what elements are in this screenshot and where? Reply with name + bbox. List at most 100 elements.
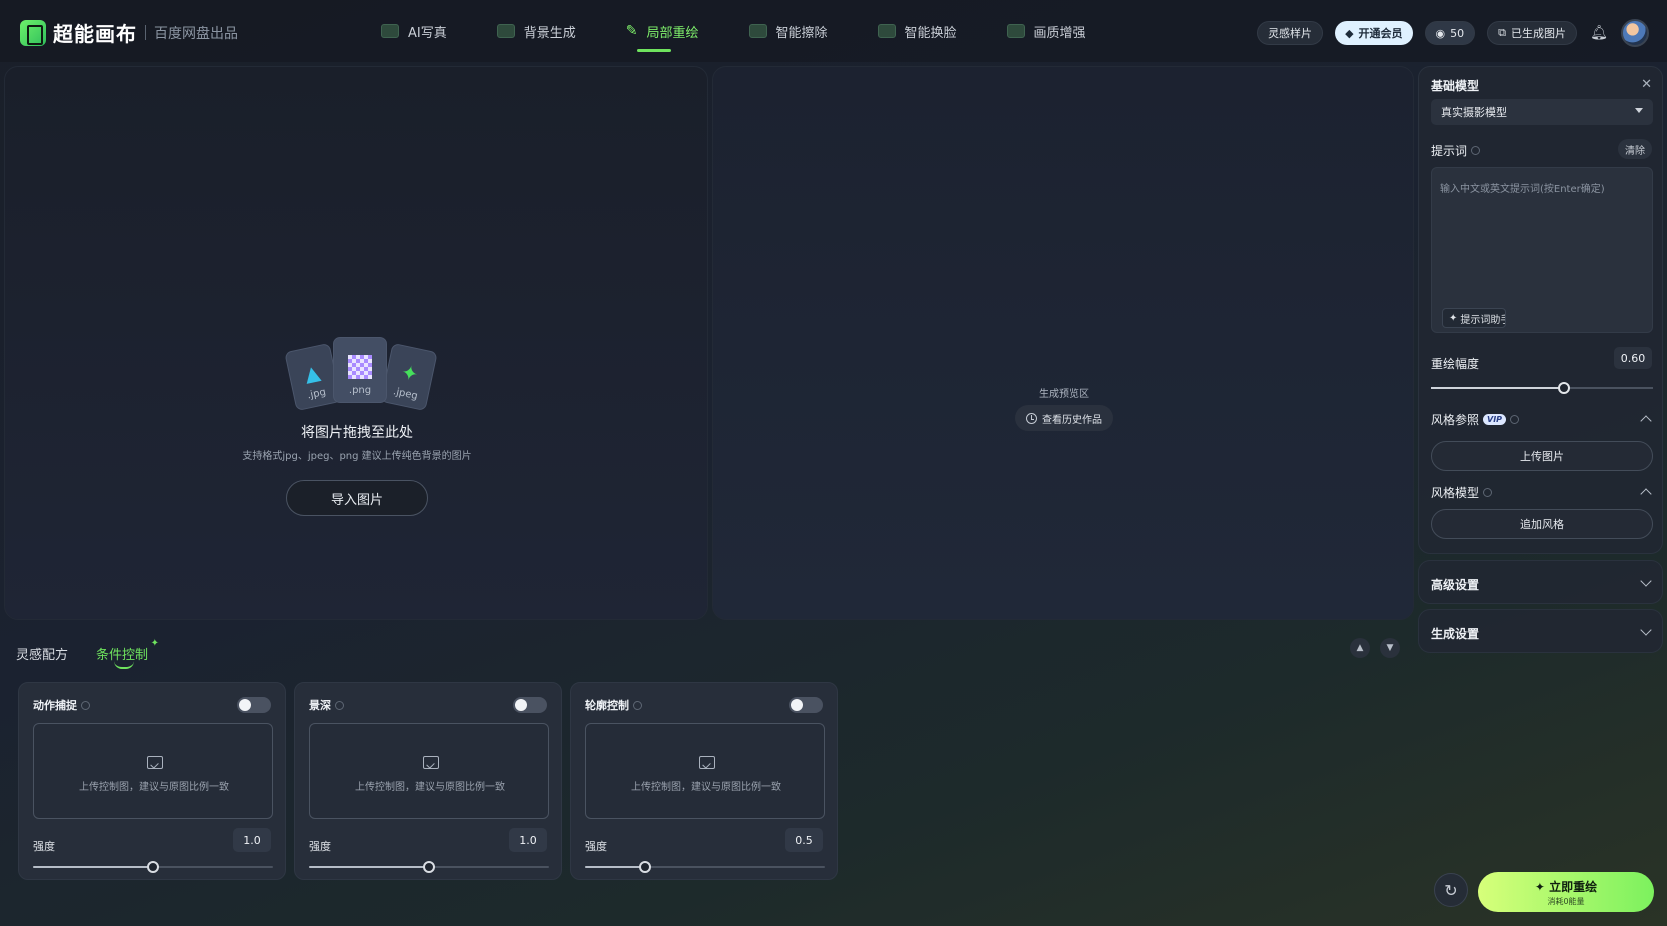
info-icon[interactable] [1471, 146, 1481, 155]
control-upload-area[interactable]: 上传控制图，建议与原图比例一致 [33, 723, 273, 819]
redraw-value[interactable]: 0.60 [1614, 347, 1652, 369]
face-swap-icon [877, 24, 896, 38]
style-ref-label: 风格参照 [1431, 413, 1480, 427]
prompt-input[interactable] [1432, 168, 1652, 298]
generate-settings-label: 生成设置 [1431, 627, 1480, 641]
generated-label: 已生成图片 [1511, 27, 1566, 40]
strength-slider[interactable] [309, 861, 549, 873]
file-type-label: .jpeg [392, 386, 419, 403]
chevron-up-icon[interactable] [1640, 488, 1652, 500]
clear-prompt-button[interactable]: 清除 [1618, 139, 1652, 159]
control-upload-area[interactable]: 上传控制图，建议与原图比例一致 [309, 723, 549, 819]
control-upload-hint: 上传控制图，建议与原图比例一致 [631, 782, 781, 793]
generate-cost: 消耗0能量 [1547, 896, 1585, 906]
base-model-value: 真实摄影模型 [1441, 106, 1507, 119]
double-chevron-down-icon[interactable]: ▼ [1380, 638, 1400, 658]
nav-ai-portrait[interactable]: AI写真 [356, 0, 472, 62]
refresh-icon[interactable]: ↻ [1434, 873, 1468, 907]
control-upload-area[interactable]: 上传控制图，建议与原图比例一致 [585, 723, 825, 819]
sparkle-icon: ✦ [1449, 312, 1458, 324]
strength-value[interactable]: 1.0 [509, 828, 547, 852]
generate-button[interactable]: ✦ 立即重绘 消耗0能量 [1478, 872, 1654, 912]
bell-icon[interactable]: 🔔︎ [1589, 23, 1609, 43]
strength-slider[interactable] [585, 861, 825, 873]
control-toggle[interactable] [513, 697, 547, 713]
nav-label: 画质增强 [1033, 25, 1086, 41]
close-icon[interactable]: ✕ [1641, 77, 1652, 92]
brand[interactable]: 超能画布 百度网盘出品 [20, 18, 238, 47]
bottom-tabs: 灵感配方 条件控制 ✦ [16, 638, 159, 669]
bottom-panel: 灵感配方 条件控制 ✦ ▲ ▼ 动作捕捉 上传控制图，建议与原图比例一致 强度 … [4, 624, 1414, 922]
history-button[interactable]: 查看历史作品 [1015, 405, 1113, 431]
generated-images-button[interactable]: ⧉ 已生成图片 [1487, 21, 1577, 45]
magic-wand-icon: ✎ [625, 23, 638, 39]
nav-inpaint[interactable]: ✎ 局部重绘 [601, 0, 724, 62]
tab-inspiration-recipe[interactable]: 灵感配方 [16, 644, 68, 663]
chevron-up-icon[interactable]: ▲ [1350, 638, 1370, 658]
advanced-settings-label: 高级设置 [1431, 578, 1480, 592]
nav-label: AI写真 [408, 25, 447, 41]
info-icon[interactable] [1483, 488, 1493, 497]
control-toggle[interactable] [789, 697, 823, 713]
nav-smart-erase[interactable]: 智能擦除 [724, 0, 853, 62]
strength-slider[interactable] [33, 861, 273, 873]
slider-thumb[interactable] [147, 861, 159, 873]
chevron-up-icon[interactable] [1640, 415, 1652, 427]
base-model-select[interactable]: 真实摄影模型 [1431, 99, 1653, 125]
upload-style-image-button[interactable]: 上传图片 [1431, 441, 1653, 471]
info-icon[interactable] [633, 700, 642, 710]
model-settings-card: 基础模型 ✕ 真实摄影模型 提示词 清除 ✦ 提示词助手 重绘幅度 0.60 [1418, 66, 1663, 554]
strength-label: 强度 [585, 840, 607, 853]
nav-label: 局部重绘 [646, 25, 699, 41]
upload-panel[interactable]: ▲ .jpg .png ✦ .jpeg 将图片拖拽至此处 支持格式jpg、jpe… [4, 66, 708, 620]
slider-thumb[interactable] [423, 861, 435, 873]
nav-face-swap[interactable]: 智能换脸 [853, 0, 982, 62]
strength-value[interactable]: 0.5 [785, 828, 823, 852]
clock-icon [1026, 412, 1037, 424]
prompt-assistant-button[interactable]: ✦ 提示词助手 [1442, 308, 1506, 328]
drop-hint: 支持格式jpg、jpeg、png 建议上传纯色背景的图片 [242, 451, 472, 462]
add-style-button[interactable]: 追加风格 [1431, 509, 1653, 539]
nav-enhance[interactable]: 画质增强 [982, 0, 1111, 62]
nav-background-gen[interactable]: 背景生成 [472, 0, 601, 62]
file-type-label: .jpg [306, 386, 327, 402]
jpeg-file-icon: ✦ .jpeg [380, 342, 438, 412]
diamond-icon: ◆ [1345, 26, 1354, 40]
control-title: 动作捕捉 [33, 697, 90, 713]
brand-name: 超能画布 [53, 22, 137, 46]
energy-badge[interactable]: ◉ 50 [1424, 21, 1476, 45]
info-icon[interactable] [81, 700, 90, 710]
top-header: 超能画布 百度网盘出品 AI写真 背景生成 ✎ 局部重绘 智能擦除 智能换脸 画… [0, 0, 1667, 62]
image-upload-icon [423, 756, 439, 769]
tab-condition-control[interactable]: 条件控制 ✦ [96, 638, 159, 669]
sparkle-icon: ✦ [150, 638, 160, 649]
strength-value[interactable]: 1.0 [233, 828, 271, 852]
control-toggle[interactable] [237, 697, 271, 713]
redraw-slider[interactable] [1431, 382, 1653, 394]
vip-badge: VIP [1483, 414, 1507, 425]
avatar[interactable] [1621, 19, 1649, 47]
file-types-illustration: ▲ .jpg .png ✦ .jpeg [284, 337, 438, 417]
image-upload-icon [699, 756, 715, 769]
inspiration-button[interactable]: 灵感样片 [1257, 21, 1324, 45]
slider-thumb[interactable] [639, 861, 651, 873]
generate-settings-section[interactable]: 生成设置 [1418, 609, 1663, 653]
style-model-label: 风格模型 [1431, 486, 1480, 500]
caret-down-icon [1635, 108, 1643, 113]
info-icon[interactable] [1510, 415, 1520, 424]
import-image-button[interactable]: 导入图片 [286, 480, 428, 516]
vip-button[interactable]: ◆ 开通会员 [1335, 21, 1413, 45]
file-type-label: .png [348, 385, 372, 396]
eraser-icon [748, 24, 767, 38]
image-upload-icon [147, 756, 163, 769]
advanced-settings-section[interactable]: 高级设置 [1418, 560, 1663, 604]
png-file-icon: .png [333, 337, 387, 403]
header-actions: 灵感样片 ◆ 开通会员 ◉ 50 ⧉ 已生成图片 🔔︎ [1257, 19, 1649, 47]
logo-icon [20, 19, 46, 46]
slider-thumb[interactable] [1558, 382, 1571, 394]
portrait-icon [381, 24, 399, 38]
info-icon[interactable] [335, 700, 344, 710]
strength-label: 强度 [33, 840, 55, 853]
strength-label: 强度 [309, 840, 331, 853]
energy-icon: ◉ [1435, 26, 1446, 40]
